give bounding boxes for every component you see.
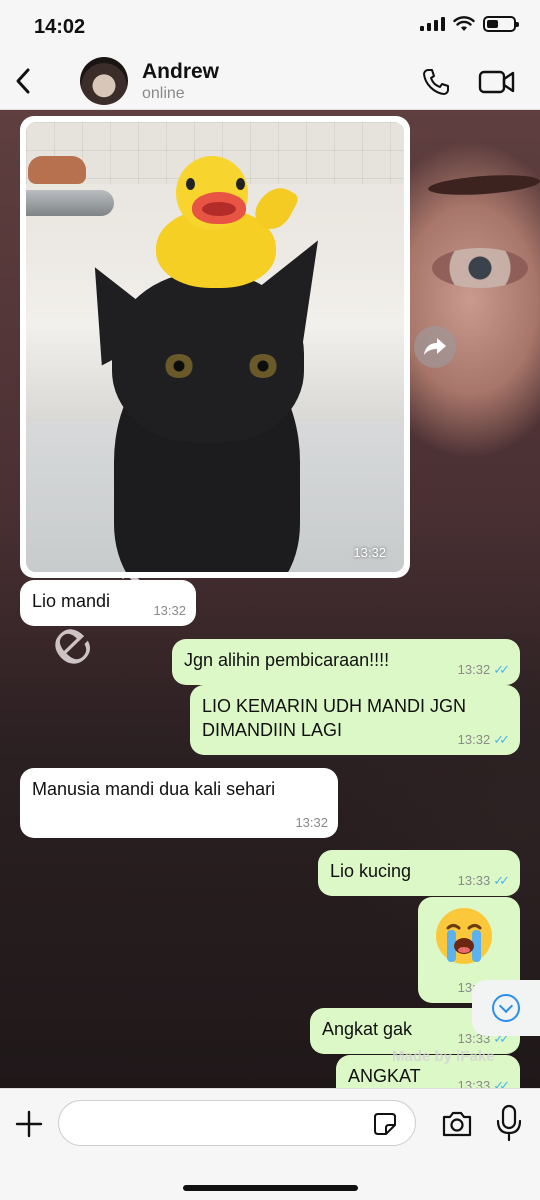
outgoing-message[interactable]: LIO KEMARIN UDH MANDI JGN DIMANDIIN LAGI…	[190, 685, 520, 755]
avatar[interactable]	[80, 57, 128, 105]
message-time: 13:32	[153, 603, 186, 619]
contact-name[interactable]: Andrew	[142, 60, 219, 84]
message-meta: 13:32	[295, 814, 328, 832]
message-text: Manusia mandi dua kali sehari	[32, 779, 276, 799]
chat-area[interactable]: e cross 13:32 Lio mandi	[0, 110, 540, 1088]
read-receipt-icon: ✓✓	[493, 732, 510, 748]
status-icons	[420, 16, 519, 32]
back-button[interactable]	[10, 64, 36, 98]
message-time: 13:33	[457, 873, 491, 889]
message-meta: 13:32 ✓✓	[458, 731, 510, 749]
composer-bar	[0, 1088, 540, 1200]
wallpaper-detail	[432, 248, 528, 288]
battery-icon	[483, 16, 519, 32]
outgoing-message[interactable]: Jgn alihin pembicaraan!!!! 13:32 ✓✓	[172, 639, 520, 685]
status-bar: 14:02	[0, 0, 540, 54]
incoming-message[interactable]: Lio mandi 13:32	[20, 580, 196, 626]
message-time: 13:33	[457, 1078, 491, 1088]
message-meta: 13:33✓✓	[458, 872, 510, 890]
message-meta: 13:32	[153, 602, 186, 620]
attach-button[interactable]	[14, 1109, 44, 1139]
forward-button[interactable]	[414, 326, 456, 368]
message-input[interactable]	[58, 1100, 416, 1146]
microphone-icon	[496, 1104, 522, 1142]
chat-header: Andrew online	[0, 54, 540, 110]
home-indicator	[183, 1185, 358, 1191]
camera-button[interactable]	[440, 1107, 474, 1141]
read-receipt-icon: ✓✓	[493, 662, 510, 678]
outgoing-message[interactable]: Lio kucing 13:33 ✓✓	[318, 850, 520, 896]
photo-cat-with-duck[interactable]: 13:32	[26, 122, 404, 572]
battery-level	[487, 20, 499, 28]
incoming-message[interactable]: Manusia mandi dua kali sehari 13:32	[20, 768, 338, 838]
sticker-icon	[374, 1113, 396, 1135]
message-meta: 13:32 ✓✓	[458, 661, 510, 679]
forward-icon	[424, 338, 446, 355]
message-time: 13:32	[457, 732, 491, 748]
image-message[interactable]: 13:32	[20, 116, 410, 578]
read-receipt-icon: ✓✓	[493, 1078, 510, 1088]
camera-icon	[442, 1111, 472, 1137]
message-time: 13:32	[353, 545, 386, 560]
watermark: Made by iFake	[392, 1048, 495, 1065]
message-time: 13:32	[295, 815, 328, 831]
status-time: 14:02	[34, 16, 86, 38]
chevron-down-circle-icon	[492, 994, 520, 1022]
scroll-to-bottom-button[interactable]	[472, 980, 540, 1036]
call-button[interactable]	[420, 66, 452, 98]
wallpaper-detail	[427, 172, 540, 198]
message-time: 13:32	[457, 662, 491, 678]
loudly-crying-face-emoji	[436, 908, 492, 964]
video-camera-icon	[478, 70, 515, 94]
read-receipt-icon: ✓✓	[493, 873, 510, 889]
wifi-icon	[453, 16, 475, 31]
cellular-signal-icon	[420, 17, 445, 31]
plus-icon	[15, 1110, 43, 1138]
video-call-button[interactable]	[478, 68, 516, 96]
message-meta: 13:33✓✓	[458, 1077, 510, 1088]
microphone-button[interactable]	[494, 1103, 524, 1143]
sticker-button[interactable]	[372, 1111, 398, 1137]
contact-status: online	[142, 85, 185, 102]
phone-icon	[423, 69, 449, 95]
